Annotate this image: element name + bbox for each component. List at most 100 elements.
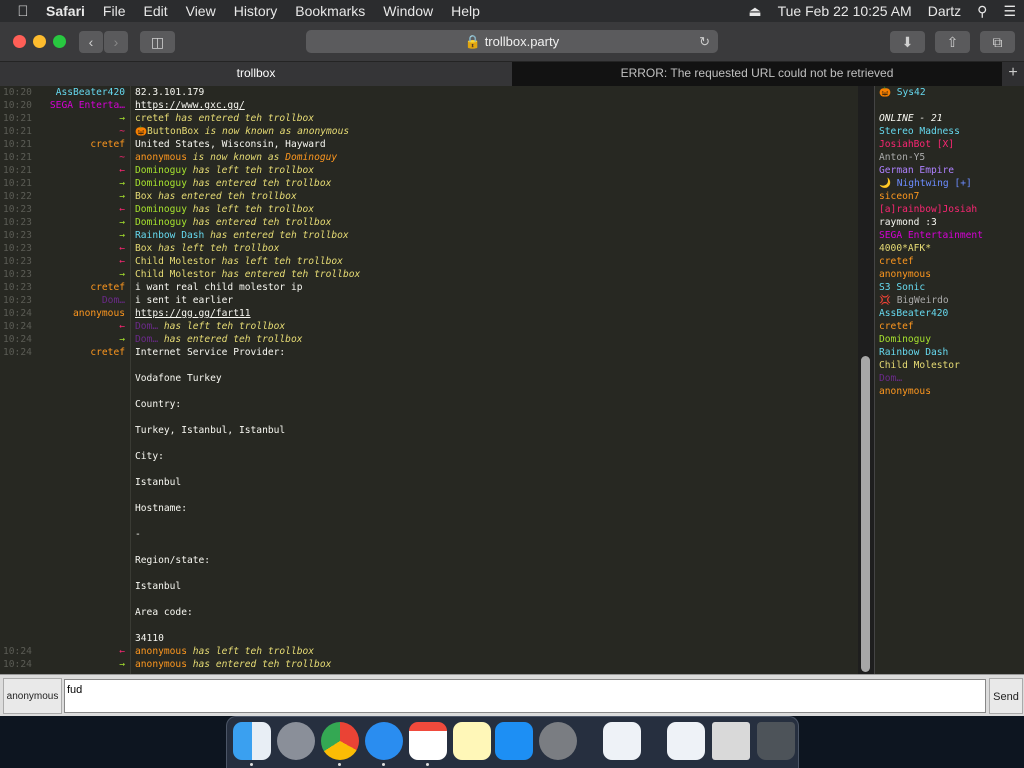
- menu-clock[interactable]: Tue Feb 22 10:25 AM: [770, 3, 920, 19]
- installer-icon[interactable]: [667, 722, 705, 760]
- user-list-item[interactable]: 💢 BigWeirdo: [879, 294, 1024, 307]
- nickname[interactable]: →: [34, 268, 125, 281]
- xcode-app-icon[interactable]: [603, 722, 641, 760]
- nickname[interactable]: →: [34, 216, 125, 229]
- user-list-item[interactable]: S3 Sonic: [879, 281, 1024, 294]
- spotlight-search-icon[interactable]: ⚲: [969, 3, 995, 20]
- app-store-icon[interactable]: [495, 722, 533, 760]
- share-button[interactable]: ⇧: [935, 31, 970, 53]
- chat-row: 10:24 cretef Internet Service Provider:: [0, 346, 858, 359]
- message-link[interactable]: https://gg.gg/fart11: [135, 308, 251, 319]
- notes-icon[interactable]: [453, 722, 491, 760]
- scrollbar-thumb[interactable]: [861, 356, 870, 672]
- user-list-item[interactable]: siceon7: [879, 190, 1024, 203]
- new-tab-icon[interactable]: +: [1002, 62, 1024, 86]
- launchpad-icon[interactable]: [277, 722, 315, 760]
- user-list-item[interactable]: Child Molestor: [879, 359, 1024, 372]
- send-button[interactable]: Send: [989, 678, 1023, 714]
- chat-scrollbar[interactable]: [858, 86, 874, 674]
- apple-icon[interactable]: : [0, 3, 40, 20]
- tab-error[interactable]: ERROR: The requested URL could not be re…: [512, 62, 1002, 86]
- document-icon[interactable]: [712, 722, 750, 760]
- user-list-item[interactable]: anonymous: [879, 268, 1024, 281]
- chrome-icon[interactable]: [321, 722, 359, 760]
- reload-icon[interactable]: ↻: [699, 30, 710, 53]
- user-list-item[interactable]: Stereo Madness: [879, 125, 1024, 138]
- message-text: i want real child molestor ip: [135, 281, 303, 294]
- nickname[interactable]: →: [34, 229, 125, 242]
- safari-icon[interactable]: [365, 722, 403, 760]
- nickname[interactable]: Dom…: [34, 294, 125, 307]
- nickname[interactable]: cretef: [34, 281, 125, 294]
- menu-history[interactable]: History: [225, 3, 287, 19]
- user-list-item[interactable]: Dominoguy: [879, 333, 1024, 346]
- user-list-item[interactable]: German Empire: [879, 164, 1024, 177]
- trash-icon[interactable]: [757, 722, 795, 760]
- nickname[interactable]: ←: [34, 645, 125, 658]
- nickname[interactable]: →: [34, 177, 125, 190]
- user-list-item[interactable]: [a]rainbow]Josiah: [879, 203, 1024, 216]
- message-content: i want real child molestor ip: [135, 282, 303, 293]
- message-input[interactable]: fud: [64, 679, 986, 713]
- nickname[interactable]: →: [34, 112, 125, 125]
- nickname[interactable]: cretef: [34, 138, 125, 151]
- nickname[interactable]: ~: [34, 151, 125, 164]
- user-list-item[interactable]: 4000*AFK*: [879, 242, 1024, 255]
- close-window-icon[interactable]: [13, 35, 26, 48]
- user-list-item[interactable]: AssBeater420: [879, 307, 1024, 320]
- calendar-icon[interactable]: [409, 722, 447, 760]
- user-list-item[interactable]: 🎃 Sys42: [879, 86, 1024, 99]
- forward-button[interactable]: ›: [104, 31, 128, 53]
- user-list-item[interactable]: cretef: [879, 255, 1024, 268]
- fullscreen-window-icon[interactable]: [53, 35, 66, 48]
- nickname[interactable]: AssBeater420: [34, 86, 125, 99]
- finder-icon[interactable]: [233, 722, 271, 760]
- message-link[interactable]: https://www.gxc.gg/: [135, 100, 245, 111]
- chat-log[interactable]: 10:20 AssBeater420 82.3.101.179 10:20 SEGA E…: [0, 86, 858, 674]
- menu-bookmarks[interactable]: Bookmarks: [286, 3, 374, 19]
- nickname[interactable]: ←: [34, 320, 125, 333]
- user-list-item[interactable]: raymond :3: [879, 216, 1024, 229]
- tab-overview-button[interactable]: ⧉: [980, 31, 1015, 53]
- user-list-item[interactable]: cretef: [879, 320, 1024, 333]
- nickname[interactable]: anonymous: [34, 307, 125, 320]
- menu-app-name[interactable]: Safari: [40, 3, 94, 19]
- menu-file[interactable]: File: [94, 3, 135, 19]
- nickname[interactable]: →: [34, 333, 125, 346]
- address-bar[interactable]: 🔒 trollbox.party ↻: [306, 30, 718, 53]
- nickname-button[interactable]: anonymous: [3, 678, 62, 714]
- user-list-item[interactable]: 🌙 Nightwing [+]: [879, 177, 1024, 190]
- sidebar-button[interactable]: ◫: [140, 31, 175, 53]
- nickname[interactable]: →: [34, 658, 125, 671]
- nickname[interactable]: →: [34, 190, 125, 203]
- downloads-button[interactable]: ⬇: [890, 31, 925, 53]
- user-list-item[interactable]: Dom…: [879, 372, 1024, 385]
- nickname[interactable]: SEGA Enterta…: [34, 99, 125, 112]
- control-center-icon[interactable]: ☰: [995, 3, 1024, 20]
- user-list-item[interactable]: Rainbow Dash: [879, 346, 1024, 359]
- nickname[interactable]: ←: [34, 242, 125, 255]
- tab-trollbox[interactable]: trollbox: [0, 62, 512, 86]
- menu-user[interactable]: Dartz: [920, 3, 969, 19]
- user-list-item[interactable]: anonymous: [879, 385, 1024, 398]
- system-preferences-icon[interactable]: [539, 722, 577, 760]
- nickname[interactable]: cretef: [34, 346, 125, 359]
- menu-help[interactable]: Help: [442, 3, 489, 19]
- minimize-window-icon[interactable]: [33, 35, 46, 48]
- user-list-item[interactable]: SEGA Entertainment: [879, 229, 1024, 242]
- user-list-item[interactable]: JosiahBot [X]: [879, 138, 1024, 151]
- eject-icon[interactable]: ⏏: [740, 3, 769, 20]
- menu-view[interactable]: View: [177, 3, 225, 19]
- user-list-item[interactable]: Anton-Y5: [879, 151, 1024, 164]
- message-text: Istanbul: [135, 476, 181, 489]
- message-content: Country:: [135, 399, 182, 410]
- nickname[interactable]: ←: [34, 164, 125, 177]
- menu-edit[interactable]: Edit: [134, 3, 176, 19]
- timestamp: 10:23: [3, 269, 32, 280]
- back-button[interactable]: ‹: [79, 31, 103, 53]
- user-list-item[interactable]: [879, 99, 1024, 112]
- nickname[interactable]: ←: [34, 203, 125, 216]
- menu-window[interactable]: Window: [374, 3, 442, 19]
- nickname[interactable]: ←: [34, 255, 125, 268]
- nickname[interactable]: ~: [34, 125, 125, 138]
